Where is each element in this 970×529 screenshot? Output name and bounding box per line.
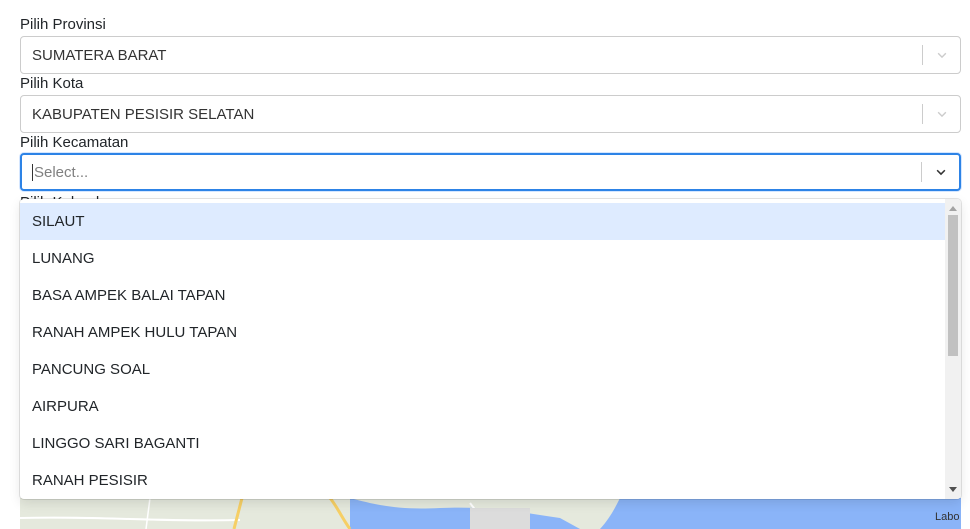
map-view[interactable]: [20, 498, 961, 529]
kecamatan-option[interactable]: BASA AMPEK BALAI TAPAN: [20, 277, 945, 314]
kecamatan-select[interactable]: Select...: [20, 153, 961, 191]
kecamatan-option[interactable]: SILAUT: [20, 203, 945, 240]
kecamatan-option[interactable]: RANAH AMPEK HULU TAPAN: [20, 314, 945, 351]
scroll-up-arrow-icon[interactable]: [945, 201, 961, 215]
provinsi-select[interactable]: SUMATERA BARAT: [20, 36, 961, 74]
kecamatan-options: SILAUT LUNANG BASA AMPEK BALAI TAPAN RANAH …: [20, 203, 945, 499]
kecamatan-menu[interactable]: SILAUT LUNANG BASA AMPEK BALAI TAPAN RANAH …: [20, 199, 961, 499]
kecamatan-option[interactable]: LUNANG: [20, 240, 945, 277]
chevron-down-icon[interactable]: [922, 154, 959, 190]
kota-select[interactable]: KABUPATEN PESISIR SELATAN: [20, 95, 961, 133]
chevron-down-icon[interactable]: [923, 96, 960, 132]
kota-selected-value: KABUPATEN PESISIR SELATAN: [32, 105, 255, 123]
text-cursor: [32, 163, 33, 181]
kecamatan-option[interactable]: RANAH PESISIR: [20, 462, 945, 499]
kecamatan-option[interactable]: AIRPURA: [20, 388, 945, 425]
kecamatan-label: Pilih Kecamatan: [20, 134, 129, 151]
kecamatan-option[interactable]: PANCUNG SOAL: [20, 351, 945, 388]
map-attribution: Labo: [935, 511, 960, 523]
kecamatan-input[interactable]: Select...: [22, 163, 921, 181]
provinsi-selected-value: SUMATERA BARAT: [32, 46, 167, 64]
chevron-down-icon[interactable]: [923, 37, 960, 73]
kota-label: Pilih Kota: [20, 75, 84, 92]
provinsi-label: Pilih Provinsi: [20, 16, 106, 33]
kecamatan-placeholder: Select...: [34, 163, 89, 181]
kecamatan-option[interactable]: LINGGO SARI BAGANTI: [20, 425, 945, 462]
menu-scrollbar[interactable]: [945, 199, 961, 499]
scroll-thumb[interactable]: [948, 215, 958, 356]
map-tiles: [20, 498, 961, 529]
scroll-down-arrow-icon[interactable]: [945, 483, 961, 497]
